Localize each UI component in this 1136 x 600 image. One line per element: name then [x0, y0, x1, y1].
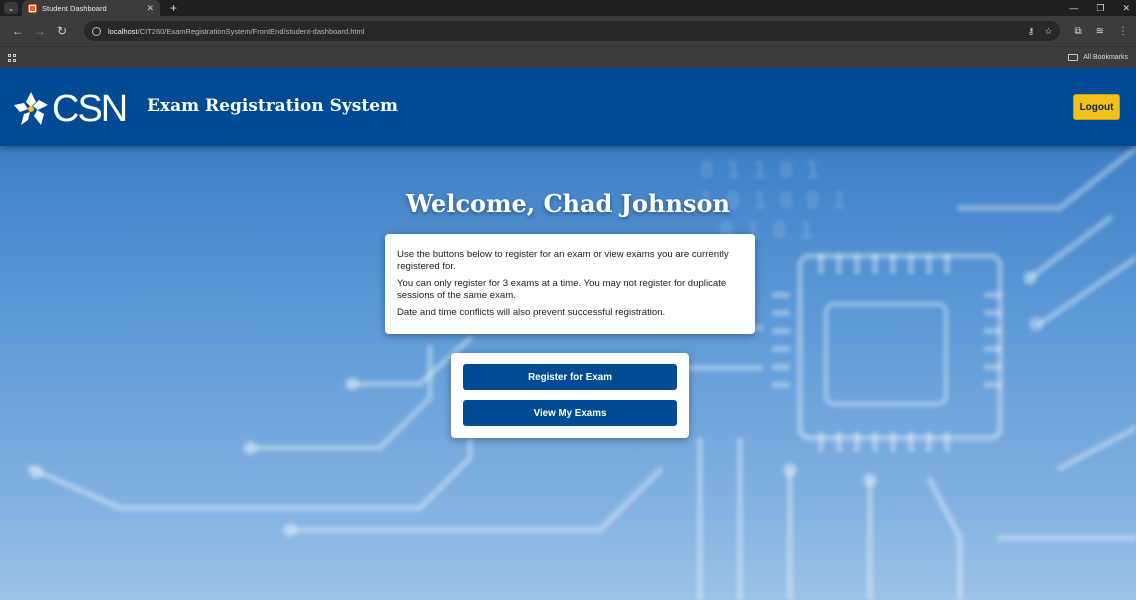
actions-card: Register for Exam View My Exams	[451, 353, 689, 438]
register-exam-button[interactable]: Register for Exam	[463, 364, 677, 390]
instruction-text: You can only register for 3 exams at a t…	[397, 278, 727, 301]
url-host: localhost	[108, 26, 138, 36]
site-info-icon[interactable]	[92, 26, 101, 36]
tab-search-chevron-icon[interactable]: ⌄	[4, 2, 18, 14]
url-input[interactable]: localhost/CIT260/ExamRegistrationSystem/…	[84, 21, 1061, 41]
password-key-icon[interactable]: ⚷	[1028, 26, 1035, 37]
welcome-heading: Welcome, Chad Johnson	[406, 189, 730, 218]
address-bar-row: ← → ↻ localhost/CIT260/ExamRegistrationS…	[0, 16, 1136, 46]
logout-button[interactable]: Logout	[1073, 94, 1120, 120]
browser-tab-bar: ⌄ Student Dashboard ✕ + — ❐ ✕	[0, 0, 1136, 16]
logo-text: CSN	[52, 88, 128, 130]
bookmark-star-icon[interactable]: ☆	[1044, 26, 1052, 37]
close-tab-icon[interactable]: ✕	[146, 3, 154, 14]
extensions-icon[interactable]: ⧉	[1074, 26, 1081, 37]
restore-icon[interactable]: ❐	[1096, 3, 1104, 14]
view-my-exams-button[interactable]: View My Exams	[463, 400, 677, 426]
svg-text:0 1 1 0 1: 0 1 1 0 1	[700, 159, 819, 184]
minimize-icon[interactable]: —	[1069, 3, 1078, 13]
window-controls: — ❐ ✕	[1069, 0, 1130, 16]
folder-icon	[1068, 54, 1079, 61]
url-path: /CIT260/ExamRegistrationSystem/FrontEnd/…	[137, 26, 365, 36]
csn-flower-icon	[14, 92, 48, 125]
circuit-board-background: 0 1 1 0 1 1 0 1 0 0 1 0 1 0 1	[27, 145, 1136, 600]
menu-kebab-icon[interactable]: ⋮	[1118, 26, 1128, 37]
page-viewport: 0 1 1 0 1 1 0 1 0 0 1 0 1 0 1 CSN Exam R…	[0, 68, 1136, 600]
all-bookmarks-button[interactable]: All Bookmarks	[1068, 54, 1128, 61]
forward-arrow-icon[interactable]: →	[30, 24, 50, 38]
new-tab-button[interactable]: +	[170, 1, 177, 15]
bookmarks-bar: All Bookmarks	[0, 46, 1136, 68]
csn-logo[interactable]: CSN	[12, 88, 128, 130]
instructions-card: Use the buttons below to register for an…	[385, 234, 755, 334]
profile-icon[interactable]: ≋	[1096, 26, 1104, 37]
site-header: CSN Exam Registration System Logout	[0, 68, 1136, 146]
tab-title: Student Dashboard	[42, 3, 107, 13]
browser-tab[interactable]: Student Dashboard ✕	[22, 0, 160, 16]
reload-icon[interactable]: ↻	[52, 24, 72, 38]
instruction-text: Date and time conflicts will also preven…	[397, 307, 666, 318]
all-bookmarks-label: All Bookmarks	[1083, 54, 1128, 61]
favicon-icon	[28, 3, 37, 13]
close-window-icon[interactable]: ✕	[1122, 3, 1130, 14]
site-title: Exam Registration System	[147, 96, 399, 116]
back-arrow-icon[interactable]: ←	[8, 24, 28, 38]
instruction-text: Use the buttons below to register for an…	[397, 249, 729, 272]
apps-grid-icon[interactable]	[8, 53, 16, 62]
